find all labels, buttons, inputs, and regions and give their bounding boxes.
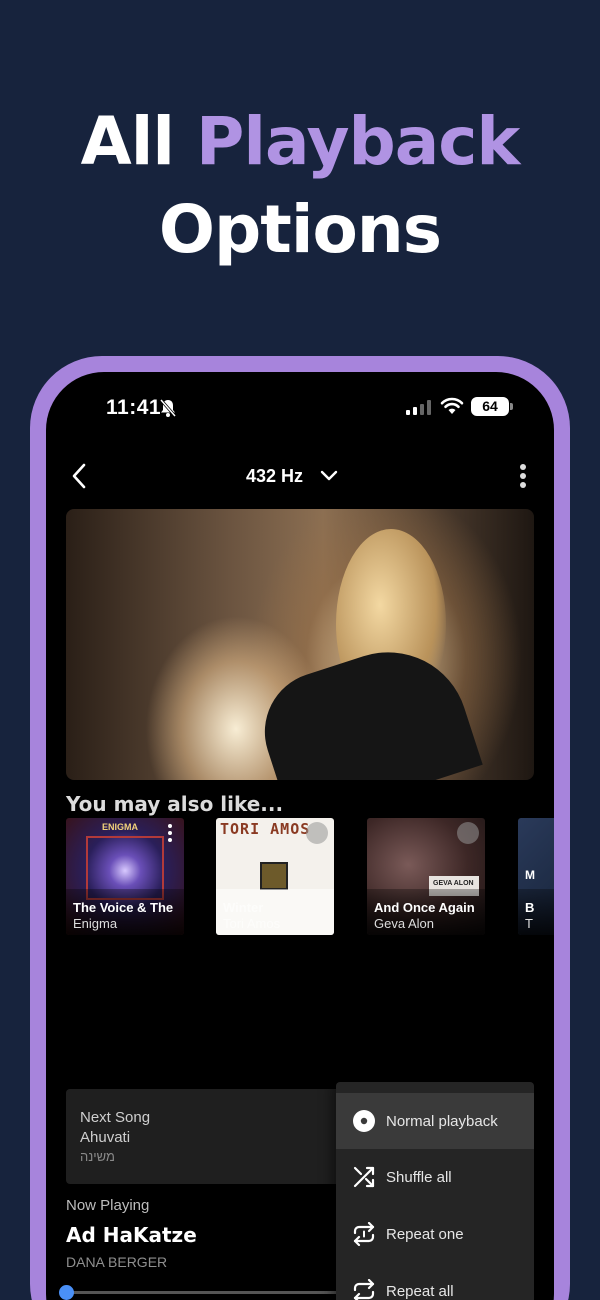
- menu-item-label: Shuffle all: [386, 1168, 452, 1186]
- menu-item-shuffle-all[interactable]: Shuffle all: [336, 1149, 534, 1205]
- battery-tip: [510, 403, 513, 410]
- playback-mode-menu: Normal playback Shuffle all Repeat one R…: [336, 1082, 534, 1300]
- headline-word-options: Options: [158, 191, 442, 268]
- next-song-artist: משינה: [80, 1149, 115, 1164]
- recommendation-card[interactable]: M B T: [518, 818, 554, 935]
- menu-item-repeat-one[interactable]: Repeat one: [336, 1206, 534, 1262]
- repeat-one-icon: [352, 1222, 376, 1246]
- more-options-icon[interactable]: [518, 462, 528, 490]
- now-playing-title: Ad HaKatze: [66, 1223, 197, 1247]
- shuffle-icon: [352, 1165, 376, 1189]
- promo-headline: All Playback Options: [0, 98, 600, 274]
- card-artist: T: [525, 916, 533, 931]
- recommendation-card[interactable]: TORI AMOS Winter Tori Amos: [216, 818, 334, 935]
- progress-bar[interactable]: [59, 1285, 366, 1300]
- next-song-label: Next Song: [80, 1109, 151, 1126]
- album-artwork: [66, 509, 534, 780]
- card-title: And Once Again: [374, 900, 475, 915]
- menu-item-normal-playback[interactable]: Normal playback: [336, 1093, 534, 1149]
- cellular-signal-icon: [406, 400, 431, 415]
- card-artist: Geva Alon: [374, 916, 434, 931]
- recommendation-card[interactable]: GEVA ALON And Once Again Geva Alon: [367, 818, 485, 935]
- wifi-icon: [440, 397, 464, 414]
- recommendation-card[interactable]: ENIGMA The Voice & The Enigma: [66, 818, 184, 935]
- cover-text: ENIGMA: [102, 822, 138, 832]
- card-artist: Tori Amos: [223, 916, 281, 931]
- chevron-down-icon: [320, 470, 338, 481]
- menu-item-label: Normal playback: [386, 1112, 498, 1130]
- cover-text: GEVA ALON: [433, 880, 474, 887]
- now-playing-label: Now Playing: [66, 1197, 150, 1214]
- card-more-icon[interactable]: [457, 822, 479, 844]
- menu-item-label: Repeat all: [386, 1282, 454, 1300]
- progress-knob[interactable]: [59, 1285, 74, 1300]
- repeat-all-icon: [352, 1279, 376, 1300]
- now-playing-artist: DANA BERGER: [66, 1254, 168, 1270]
- cover-text: TORI AMOS: [220, 820, 311, 838]
- headline-word-playback: Playback: [195, 103, 520, 180]
- card-more-icon[interactable]: [168, 824, 174, 842]
- recommendations-title: You may also like...: [66, 792, 284, 816]
- phone-screen: 11:41 64 432 Hz You may also like... ENI…: [46, 372, 554, 1300]
- recommendations-carousel[interactable]: ENIGMA The Voice & The Enigma TORI AMOS …: [66, 818, 554, 938]
- next-song-panel[interactable]: Next Song Ahuvati משינה: [66, 1089, 366, 1184]
- card-title: Winter: [223, 900, 264, 915]
- card-title: B: [525, 900, 535, 915]
- status-time: 11:41: [106, 396, 162, 419]
- card-artist: Enigma: [73, 916, 118, 931]
- disc-icon: [352, 1109, 376, 1133]
- cover-text: M: [525, 868, 535, 882]
- menu-item-label: Repeat one: [386, 1225, 464, 1243]
- headline-word-all: All: [80, 103, 175, 180]
- battery-indicator: 64: [471, 397, 509, 416]
- bell-muted-icon: [159, 399, 177, 417]
- frequency-label: 432 Hz: [246, 465, 304, 486]
- back-arrow-icon[interactable]: [68, 462, 92, 490]
- menu-item-repeat-all[interactable]: Repeat all: [336, 1263, 534, 1300]
- card-more-icon[interactable]: [306, 822, 328, 844]
- frequency-selector[interactable]: 432 Hz: [246, 462, 339, 490]
- card-title: The Voice & The: [73, 900, 174, 915]
- next-song-title: Ahuvati: [80, 1129, 131, 1146]
